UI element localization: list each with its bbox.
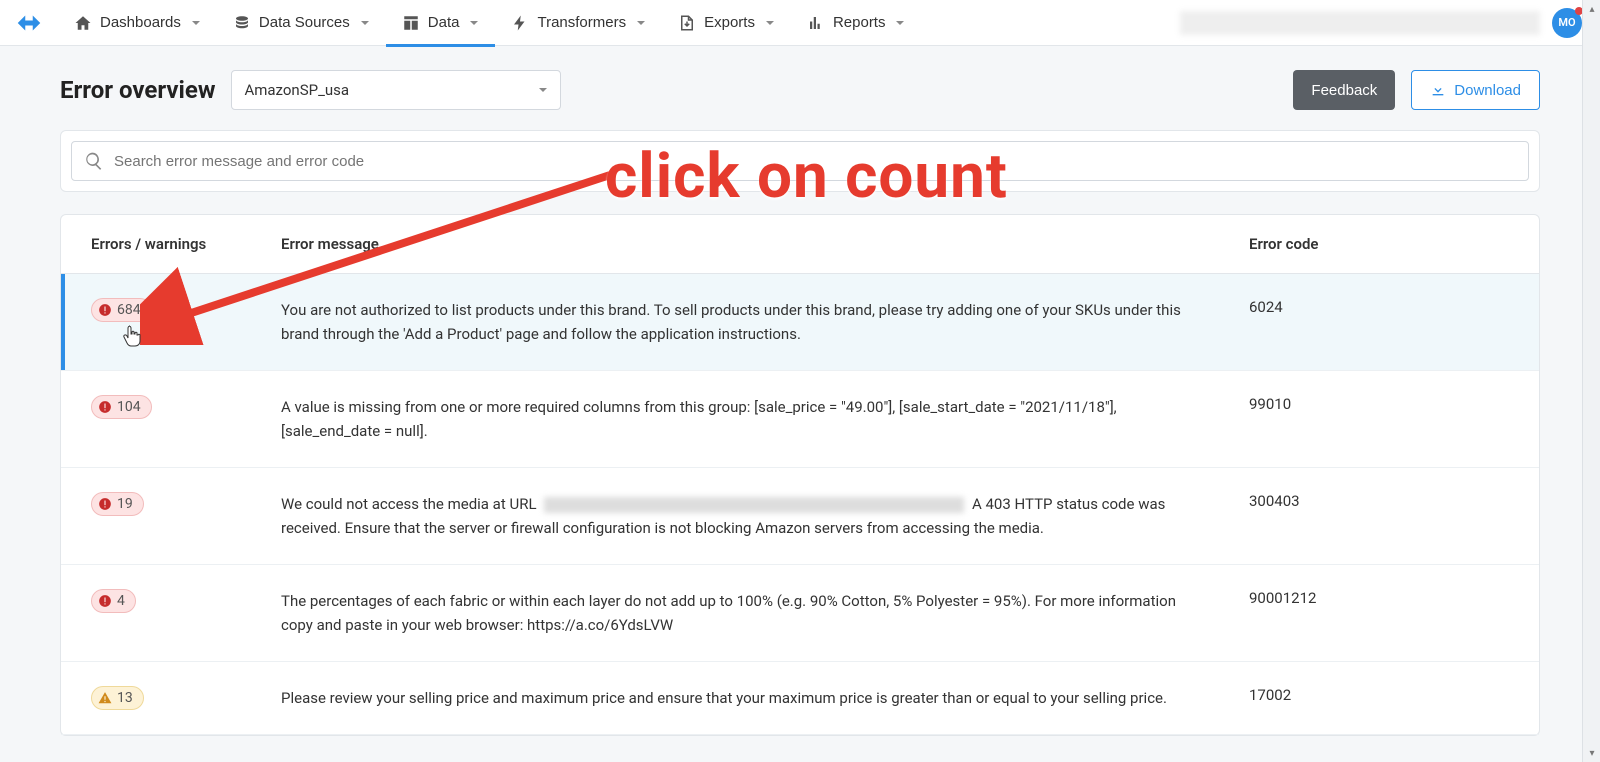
datasource-select[interactable]: AmazonSP_usa — [231, 70, 561, 110]
error-message: The percentages of each fabric or within… — [281, 589, 1249, 637]
table-row[interactable]: 19 We could not access the media at URL … — [61, 468, 1539, 565]
search-icon — [84, 151, 104, 171]
error-icon — [98, 497, 112, 511]
chevron-down-icon — [895, 18, 905, 28]
error-code: 17002 — [1249, 686, 1509, 704]
table-row[interactable]: 13 Please review your selling price and … — [61, 662, 1539, 735]
error-code: 90001212 — [1249, 589, 1509, 607]
database-icon — [233, 14, 251, 32]
nav-data[interactable]: Data — [386, 0, 496, 46]
search-panel — [60, 130, 1540, 192]
nav-dashboards[interactable]: Dashboards — [58, 0, 217, 46]
col-code: Error code — [1249, 235, 1509, 253]
nav-transformers[interactable]: Transformers — [495, 0, 662, 46]
error-count-badge[interactable]: 684 — [91, 298, 152, 322]
count-value: 4 — [117, 593, 125, 609]
chevron-down-icon — [636, 18, 646, 28]
home-icon — [74, 14, 92, 32]
nav-reports[interactable]: Reports — [791, 0, 922, 46]
error-code: 6024 — [1249, 298, 1509, 316]
error-message: A value is missing from one or more requ… — [281, 395, 1249, 443]
scrollbar[interactable]: ▴ ▾ — [1582, 0, 1600, 762]
error-count-badge[interactable]: 104 — [91, 395, 152, 419]
nav-label: Data Sources — [259, 14, 350, 31]
button-label: Feedback — [1311, 82, 1377, 99]
nav-label: Dashboards — [100, 14, 181, 31]
page-title: Error overview — [60, 76, 215, 104]
blurred-region — [1180, 11, 1540, 35]
chevron-down-icon — [765, 18, 775, 28]
chevron-down-icon — [360, 18, 370, 28]
table-icon — [402, 14, 420, 32]
page-body: Error overview AmazonSP_usa Feedback Dow… — [0, 46, 1600, 736]
error-code: 99010 — [1249, 395, 1509, 413]
count-value: 684 — [117, 302, 141, 318]
warning-count-badge[interactable]: 13 — [91, 686, 144, 710]
table-row[interactable]: 684 You are not authorized to list produ… — [61, 274, 1539, 371]
error-message: Please review your selling price and max… — [281, 686, 1249, 710]
error-count-badge[interactable]: 19 — [91, 492, 144, 516]
error-message: We could not access the media at URL A 4… — [281, 492, 1249, 540]
chevron-down-icon — [191, 18, 201, 28]
avatar[interactable]: MO — [1552, 8, 1582, 38]
error-code: 300403 — [1249, 492, 1509, 510]
count-value: 13 — [117, 690, 133, 706]
logo[interactable] — [8, 0, 50, 46]
message-pre: We could not access the media at URL — [281, 495, 537, 513]
errors-table: Errors / warnings Error message Error co… — [60, 214, 1540, 736]
chevron-down-icon — [469, 18, 479, 28]
avatar-initials: MO — [1558, 16, 1575, 29]
table-header: Errors / warnings Error message Error co… — [61, 215, 1539, 274]
table-row[interactable]: 4 The percentages of each fabric or with… — [61, 565, 1539, 662]
nav-exports[interactable]: Exports — [662, 0, 791, 46]
error-icon — [98, 303, 112, 317]
download-icon — [1430, 82, 1446, 98]
error-icon — [98, 594, 112, 608]
search-box[interactable] — [71, 141, 1529, 181]
count-value: 104 — [117, 399, 141, 415]
nav-data-sources[interactable]: Data Sources — [217, 0, 386, 46]
button-label: Download — [1454, 82, 1521, 99]
col-message: Error message — [281, 235, 1249, 253]
error-icon — [98, 400, 112, 414]
nav-label: Transformers — [537, 14, 626, 31]
feedback-button[interactable]: Feedback — [1293, 70, 1395, 110]
table-row[interactable]: 104 A value is missing from one or more … — [61, 371, 1539, 468]
nav-label: Data — [428, 14, 460, 31]
nav-label: Reports — [833, 14, 886, 31]
download-button[interactable]: Download — [1411, 70, 1540, 110]
scroll-up-button[interactable]: ▴ — [1583, 0, 1600, 18]
warning-icon — [98, 691, 112, 705]
export-icon — [678, 14, 696, 32]
chart-icon — [807, 14, 825, 32]
nav-label: Exports — [704, 14, 755, 31]
top-nav: Dashboards Data Sources Data Transformer… — [0, 0, 1600, 46]
bolt-icon — [511, 14, 529, 32]
chevron-down-icon — [538, 85, 548, 95]
col-count: Errors / warnings — [91, 235, 281, 253]
error-count-badge[interactable]: 4 — [91, 589, 136, 613]
search-input[interactable] — [114, 153, 1516, 170]
error-message: You are not authorized to list products … — [281, 298, 1249, 346]
scroll-down-button[interactable]: ▾ — [1583, 744, 1600, 762]
blurred-url — [544, 497, 964, 513]
page-header: Error overview AmazonSP_usa Feedback Dow… — [60, 70, 1540, 110]
select-value: AmazonSP_usa — [244, 81, 349, 99]
count-value: 19 — [117, 496, 133, 512]
